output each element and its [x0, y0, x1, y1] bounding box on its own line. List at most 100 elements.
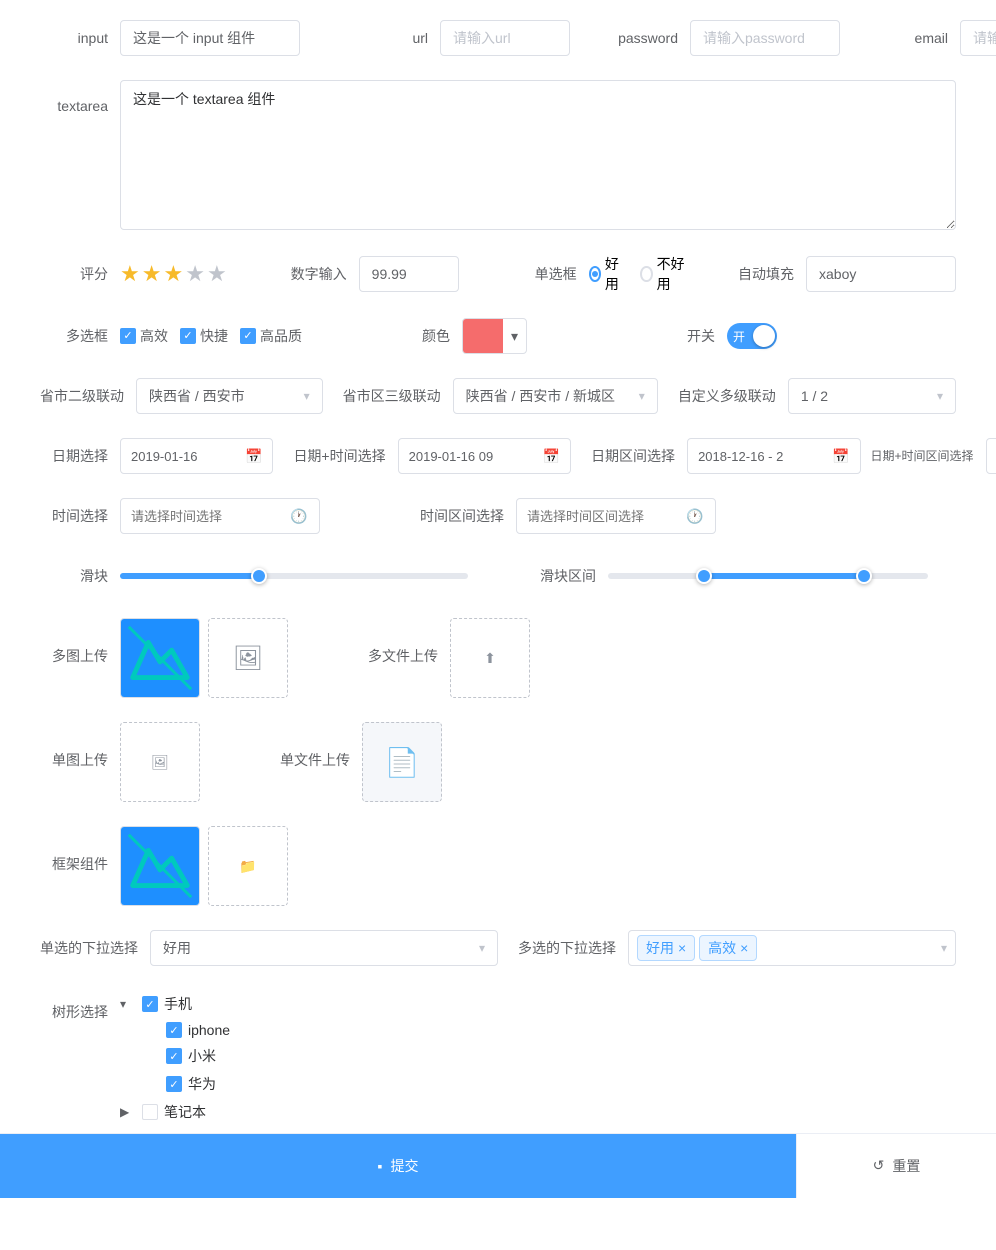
tree-checkbox-huawei[interactable]: ✓: [166, 1076, 182, 1092]
daterange-input[interactable]: [698, 449, 828, 464]
number-field[interactable]: [359, 256, 459, 292]
cascade3-arrow-icon: ▾: [639, 389, 645, 403]
cascade3-value: 陕西省 / 西安市 / 新城区: [466, 386, 631, 406]
tag-efficient-text: 高效: [708, 938, 736, 958]
rating-row: 评分 ★ ★ ★ ★ ★ 数字输入 单选框 好用 不好用 自动填充: [40, 254, 956, 294]
single-upload-row: 单图上传 🖼 单文件上传 📄: [40, 722, 956, 802]
email-field[interactable]: [960, 20, 996, 56]
star-4[interactable]: ★: [185, 261, 205, 287]
slider-range-fill: [704, 573, 864, 579]
toggle-knob: [753, 325, 775, 347]
textarea-field[interactable]: 这是一个 textarea 组件: [120, 80, 956, 230]
autocomplete-label: 自动填充: [726, 256, 806, 292]
autocomplete-field[interactable]: [806, 256, 956, 292]
reset-label: 重置: [892, 1156, 920, 1176]
slider-range-thumb-right[interactable]: [856, 568, 872, 584]
tag-good-close[interactable]: ×: [678, 940, 686, 956]
tree-checkbox-xiaomi[interactable]: ✓: [166, 1048, 182, 1064]
upload-image-1[interactable]: [120, 618, 200, 698]
submit-icon: ▪: [378, 1158, 383, 1174]
multi-select-label: 多选的下拉选择: [518, 930, 628, 966]
datetime-picker[interactable]: 📅: [398, 438, 571, 474]
star-2[interactable]: ★: [142, 261, 162, 287]
tag-efficient-close[interactable]: ×: [740, 940, 748, 956]
frame-image-1[interactable]: [120, 826, 200, 906]
input-field[interactable]: 这是一个 input 组件: [120, 20, 300, 56]
timerange-label: 时间区间选择: [420, 498, 516, 534]
reset-button[interactable]: ↺ 重置: [796, 1134, 996, 1198]
timerange-picker[interactable]: 🕐: [516, 498, 716, 534]
slider-range-thumb-left[interactable]: [696, 568, 712, 584]
checkbox-quality[interactable]: ✓ 高品质: [240, 326, 302, 346]
star-1[interactable]: ★: [120, 261, 140, 287]
date-input[interactable]: [131, 449, 241, 464]
datetime-calendar-icon: 📅: [543, 448, 560, 465]
single-select[interactable]: 好用 ▾: [150, 930, 498, 966]
radio-label-good: 好用: [605, 254, 624, 294]
multi-image-label: 多图上传: [40, 618, 120, 674]
image-icon: 🖼: [233, 644, 263, 673]
single-image-upload[interactable]: 🖼: [120, 722, 200, 802]
cascade-custom-label: 自定义多级联动: [678, 378, 788, 414]
time-picker[interactable]: 🕐: [120, 498, 320, 534]
radio-option-bad[interactable]: 不好用: [640, 254, 686, 294]
tree-huawei-label: 华为: [188, 1074, 216, 1094]
tree-expand-laptop[interactable]: ▶: [120, 1105, 136, 1119]
single-file-upload[interactable]: 📄: [362, 722, 442, 802]
footer: ▪ 提交 ↺ 重置: [0, 1133, 996, 1197]
date-picker[interactable]: 📅: [120, 438, 273, 474]
checkbox-efficient[interactable]: ✓ 高效: [120, 326, 168, 346]
tree-checkbox-laptop[interactable]: [142, 1104, 158, 1120]
frame-label: 框架组件: [40, 826, 120, 882]
tree-label: 树形选择: [40, 990, 120, 1030]
tree-xiaomi-label: 小米: [188, 1046, 216, 1066]
datetime-input[interactable]: [409, 449, 539, 464]
tree-checkbox-iphone[interactable]: ✓: [166, 1022, 182, 1038]
tree-container: ▾ ✓ 手机 ✓ iphone ✓: [120, 990, 230, 1126]
radio-option-good[interactable]: 好用: [589, 254, 624, 294]
url-field[interactable]: [440, 20, 570, 56]
multi-select-arrow-icon: ▾: [941, 941, 947, 955]
slider-track[interactable]: [120, 573, 468, 579]
multi-file-upload[interactable]: ⬆: [450, 618, 530, 698]
single-select-arrow-icon: ▾: [479, 941, 485, 955]
datetimerange-picker[interactable]: 📅: [986, 438, 996, 474]
slider-range-wrap: [608, 573, 956, 579]
checkbox-box-quality: ✓: [240, 328, 256, 344]
timerange-input[interactable]: [527, 509, 682, 524]
cascade2-label: 省市二级联动: [40, 378, 136, 414]
submit-button[interactable]: ▪ 提交: [0, 1134, 796, 1198]
radio-label: 单选框: [509, 256, 589, 292]
color-picker[interactable]: ▾: [462, 318, 527, 354]
upload-add-image[interactable]: 🖼: [208, 618, 288, 698]
password-field[interactable]: [690, 20, 840, 56]
cascade-custom-select[interactable]: 1 / 2 ▾: [788, 378, 956, 414]
daterange-picker[interactable]: 📅: [687, 438, 860, 474]
slider-range-track[interactable]: [608, 573, 928, 579]
slider-wrap: [120, 573, 468, 579]
tree-expand-phone[interactable]: ▾: [120, 997, 136, 1011]
tag-good: 好用 ×: [637, 935, 695, 961]
slider-thumb[interactable]: [251, 568, 267, 584]
checkbox-row: 多选框 ✓ 高效 ✓ 快捷 ✓ 高品质 颜色 ▾ 开关 开: [40, 318, 956, 354]
cascade2-select[interactable]: 陕西省 / 西安市 ▾: [136, 378, 323, 414]
radio-label-bad: 不好用: [657, 254, 686, 294]
cascade3-select[interactable]: 陕西省 / 西安市 / 新城区 ▾: [453, 378, 658, 414]
tree-iphone-label: iphone: [188, 1022, 230, 1038]
slider-fill: [120, 573, 259, 579]
toggle-switch[interactable]: 开: [727, 323, 777, 349]
frame-file-add[interactable]: 📁: [208, 826, 288, 906]
timerange-clock-icon: 🕐: [686, 508, 703, 525]
star-5[interactable]: ★: [207, 261, 227, 287]
single-select-value: 好用: [163, 938, 471, 958]
time-input[interactable]: [131, 509, 286, 524]
date-row: 日期选择 📅 日期+时间选择 📅 日期区间选择 📅 日期+时间区间选择 📅: [40, 438, 956, 474]
rating-stars[interactable]: ★ ★ ★ ★ ★: [120, 261, 229, 287]
tree-checkbox-phone[interactable]: ✓: [142, 996, 158, 1012]
star-3[interactable]: ★: [163, 261, 183, 287]
checkbox-quick[interactable]: ✓ 快捷: [180, 326, 228, 346]
radio-circle-bad: [640, 266, 652, 282]
date-label: 日期选择: [40, 438, 120, 474]
rating-label: 评分: [40, 256, 120, 292]
multi-select[interactable]: 好用 × 高效 × ▾: [628, 930, 956, 966]
